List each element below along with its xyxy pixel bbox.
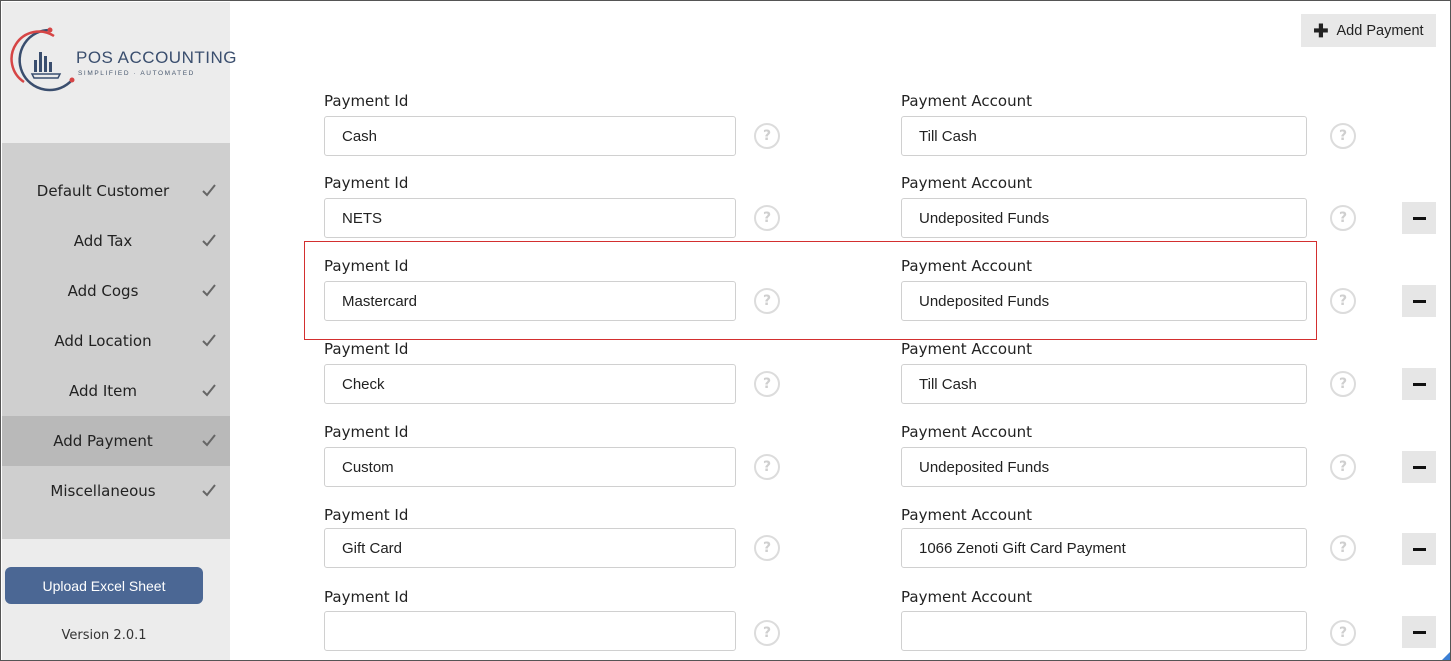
logo-subtitle: SIMPLIFIED · AUTOMATED bbox=[78, 70, 195, 77]
payment-id-label: Payment Id bbox=[324, 92, 409, 110]
help-icon[interactable]: ? bbox=[754, 205, 780, 231]
help-icon[interactable]: ? bbox=[1330, 535, 1356, 561]
help-icon[interactable]: ? bbox=[1330, 620, 1356, 646]
payment-account-input[interactable] bbox=[901, 364, 1307, 404]
payment-id-input[interactable] bbox=[324, 447, 736, 487]
payment-id-label: Payment Id bbox=[324, 174, 409, 192]
help-icon[interactable]: ? bbox=[1330, 454, 1356, 480]
payment-id-input[interactable] bbox=[324, 116, 736, 156]
help-icon[interactable]: ? bbox=[1330, 205, 1356, 231]
payment-id-input[interactable] bbox=[324, 281, 736, 321]
help-icon[interactable]: ? bbox=[754, 288, 780, 314]
remove-payment-button[interactable] bbox=[1402, 616, 1436, 648]
remove-payment-button[interactable] bbox=[1402, 285, 1436, 317]
logo-mark-icon bbox=[10, 27, 75, 92]
minus-icon bbox=[1412, 299, 1426, 303]
payment-account-label: Payment Account bbox=[901, 174, 1033, 192]
payment-id-input[interactable] bbox=[324, 611, 736, 651]
payment-account-input[interactable] bbox=[901, 198, 1307, 238]
payment-row: Payment Id ? Payment Account ? bbox=[1, 423, 1450, 505]
help-icon[interactable]: ? bbox=[754, 371, 780, 397]
payment-account-label: Payment Account bbox=[901, 506, 1033, 524]
help-icon[interactable]: ? bbox=[754, 620, 780, 646]
plus-icon: ✚ bbox=[1313, 20, 1329, 41]
payment-id-input[interactable] bbox=[324, 364, 736, 404]
help-icon[interactable]: ? bbox=[1330, 371, 1356, 397]
help-icon[interactable]: ? bbox=[754, 454, 780, 480]
payment-id-label: Payment Id bbox=[324, 423, 409, 441]
minus-icon bbox=[1412, 630, 1426, 634]
payment-account-label: Payment Account bbox=[901, 92, 1033, 110]
payment-id-input[interactable] bbox=[324, 198, 736, 238]
remove-payment-button[interactable] bbox=[1402, 533, 1436, 565]
payment-account-input[interactable] bbox=[901, 528, 1307, 568]
payment-id-label: Payment Id bbox=[324, 506, 409, 524]
help-icon[interactable]: ? bbox=[1330, 123, 1356, 149]
help-icon[interactable]: ? bbox=[1330, 288, 1356, 314]
payment-row: Payment Id ? Payment Account ? bbox=[1, 506, 1450, 588]
payment-account-label: Payment Account bbox=[901, 257, 1033, 275]
resize-corner-icon bbox=[1441, 651, 1450, 660]
payment-account-input[interactable] bbox=[901, 281, 1307, 321]
payment-row: Payment Id ? Payment Account ? bbox=[1, 340, 1450, 422]
minus-icon bbox=[1412, 382, 1426, 386]
remove-payment-button[interactable] bbox=[1402, 368, 1436, 400]
payment-row: Payment Id ? Payment Account ? bbox=[1, 257, 1450, 339]
app-window: POS ACCOUNTING SIMPLIFIED · AUTOMATED De… bbox=[0, 0, 1451, 661]
logo-title: POS ACCOUNTING bbox=[76, 48, 237, 67]
add-payment-button[interactable]: ✚ Add Payment bbox=[1301, 14, 1436, 47]
remove-payment-button[interactable] bbox=[1402, 202, 1436, 234]
minus-icon bbox=[1412, 465, 1426, 469]
payment-account-input[interactable] bbox=[901, 611, 1307, 651]
payment-account-label: Payment Account bbox=[901, 340, 1033, 358]
help-icon[interactable]: ? bbox=[754, 123, 780, 149]
add-payment-label: Add Payment bbox=[1336, 22, 1424, 39]
payment-account-label: Payment Account bbox=[901, 588, 1033, 606]
payment-account-input[interactable] bbox=[901, 116, 1307, 156]
payment-row: Payment Id ? Payment Account ? bbox=[1, 174, 1450, 256]
payment-account-input[interactable] bbox=[901, 447, 1307, 487]
help-icon[interactable]: ? bbox=[754, 535, 780, 561]
minus-icon bbox=[1412, 547, 1426, 551]
minus-icon bbox=[1412, 216, 1426, 220]
remove-payment-button[interactable] bbox=[1402, 451, 1436, 483]
payment-row: Payment Id ? Payment Account ? bbox=[1, 92, 1450, 174]
payment-account-label: Payment Account bbox=[901, 423, 1033, 441]
payment-row: Payment Id ? Payment Account ? bbox=[1, 588, 1450, 660]
payment-id-input[interactable] bbox=[324, 528, 736, 568]
payment-id-label: Payment Id bbox=[324, 588, 409, 606]
payment-id-label: Payment Id bbox=[324, 257, 409, 275]
payment-id-label: Payment Id bbox=[324, 340, 409, 358]
